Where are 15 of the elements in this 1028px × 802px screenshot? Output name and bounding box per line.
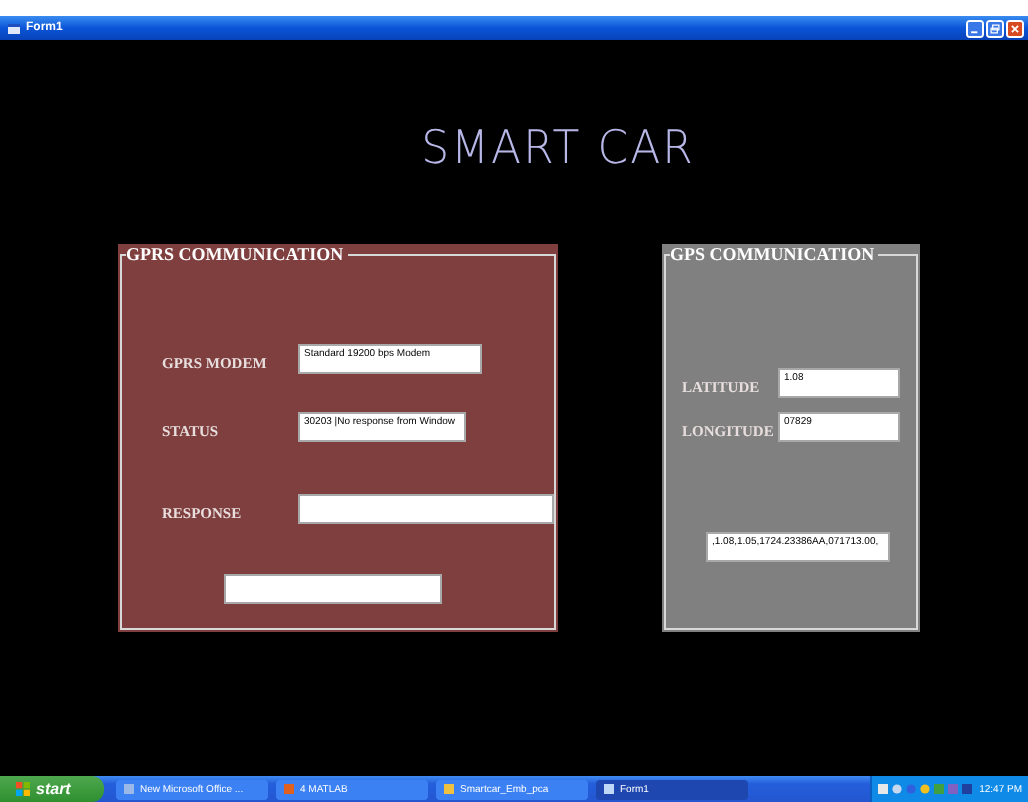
- close-icon[interactable]: [1006, 19, 1024, 37]
- start-button[interactable]: start: [0, 776, 104, 802]
- app-icon: [284, 784, 294, 794]
- panel-title: GPS COMMUNICATION: [670, 244, 875, 264]
- output-field[interactable]: [224, 574, 442, 604]
- restore-icon[interactable]: [986, 19, 1004, 37]
- app-icon: [124, 784, 134, 794]
- app-icon: [444, 784, 454, 794]
- text-field[interactable]: [298, 494, 554, 524]
- window-icon: [8, 23, 20, 33]
- windows-logo-icon: [16, 782, 30, 796]
- panel-title: GPRS COMMUNICATION: [126, 244, 344, 264]
- minimize-icon[interactable]: [966, 19, 984, 37]
- app-icon: [604, 784, 614, 794]
- app-heading: SMART CAR: [421, 122, 695, 176]
